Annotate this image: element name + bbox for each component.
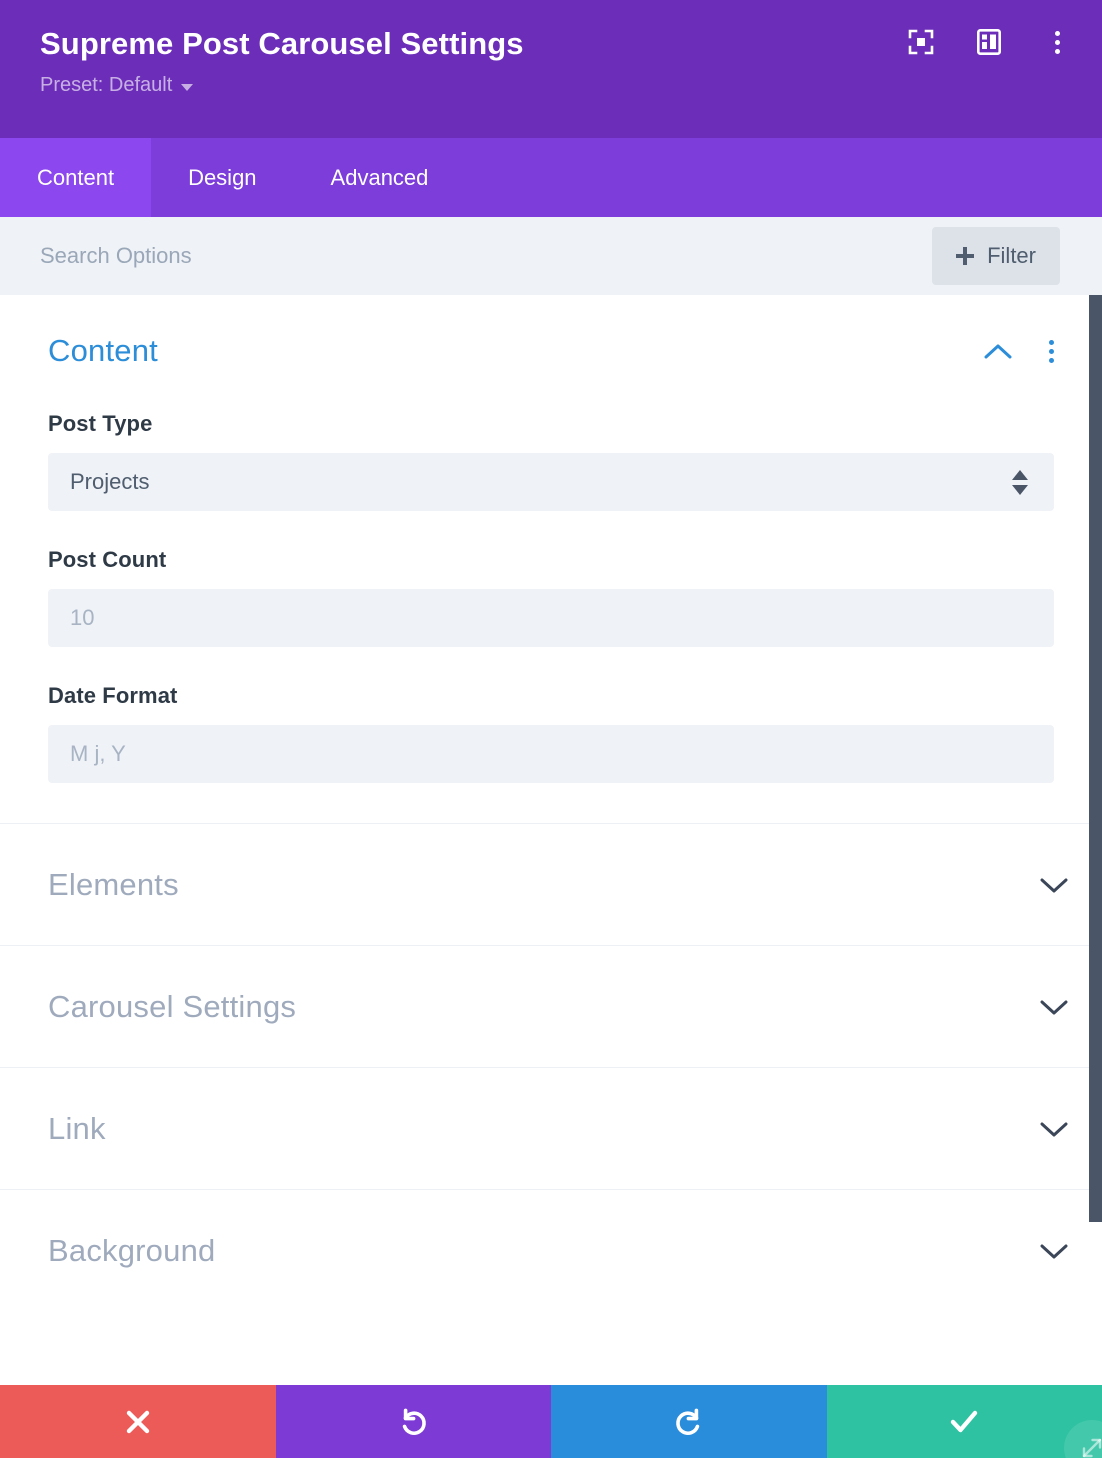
module-settings-panel: Supreme Post Carousel Settings Preset: D… bbox=[0, 0, 1102, 1458]
chevron-down-icon[interactable] bbox=[1040, 1121, 1068, 1137]
post-type-value: Projects bbox=[70, 469, 150, 494]
filter-button-label: Filter bbox=[987, 243, 1036, 268]
field-post-count: Post Count bbox=[48, 547, 1054, 647]
section-link[interactable]: Link bbox=[0, 1068, 1102, 1189]
field-post-type-label: Post Type bbox=[48, 411, 153, 436]
preset-label: Preset: Default bbox=[40, 74, 173, 96]
preset-selector[interactable]: Preset: Default bbox=[40, 72, 194, 98]
action-bar bbox=[0, 1385, 1102, 1458]
field-post-type: Post Type Projects bbox=[48, 411, 1054, 511]
header-icon-group bbox=[906, 27, 1072, 57]
field-date-format-label: Date Format bbox=[48, 683, 178, 708]
more-options-icon[interactable] bbox=[1042, 27, 1072, 57]
panel-resize-handle[interactable] bbox=[1064, 1420, 1102, 1458]
section-content-title: Content bbox=[48, 333, 158, 368]
settings-scroll-area[interactable]: Content Post Type Projects Post Count 10… bbox=[0, 295, 1102, 1385]
undo-arrow-icon bbox=[403, 1408, 427, 1435]
field-date-format: Date Format bbox=[48, 683, 1054, 783]
tab-bar: Content Design Advanced bbox=[0, 138, 1102, 217]
plus-icon bbox=[956, 247, 975, 265]
search-input[interactable] bbox=[40, 243, 933, 269]
section-content-fields: Post Type Projects Post Count 10 Date Fo… bbox=[0, 373, 1102, 823]
section-content-tools bbox=[984, 336, 1066, 366]
post-count-input[interactable] bbox=[70, 605, 1032, 631]
date-format-control bbox=[48, 725, 1054, 783]
close-x-icon bbox=[126, 1410, 149, 1433]
post-type-select[interactable]: Projects bbox=[48, 453, 1054, 511]
section-content: Content Post Type Projects Post Count 10… bbox=[0, 295, 1102, 823]
post-count-control bbox=[48, 589, 1054, 647]
redo-button[interactable] bbox=[551, 1385, 827, 1458]
vertical-scrollbar[interactable] bbox=[1089, 295, 1102, 1385]
layout-panel-icon[interactable] bbox=[974, 27, 1004, 57]
section-options-icon[interactable] bbox=[1036, 336, 1066, 366]
tab-content[interactable]: Content bbox=[0, 138, 152, 217]
section-elements-title: Elements bbox=[48, 866, 179, 902]
section-link-title: Link bbox=[48, 1110, 106, 1146]
chevron-down-icon[interactable] bbox=[1040, 1243, 1068, 1259]
chevron-down-icon[interactable] bbox=[1040, 877, 1068, 893]
section-background-title: Background bbox=[48, 1232, 216, 1268]
search-bar: Filter bbox=[0, 217, 1102, 295]
focus-icon[interactable] bbox=[906, 27, 936, 57]
cancel-button[interactable] bbox=[0, 1385, 276, 1458]
field-post-count-label: Post Count bbox=[48, 547, 167, 572]
scrollbar-thumb[interactable] bbox=[1089, 295, 1102, 1222]
tab-design[interactable]: Design bbox=[151, 138, 293, 217]
undo-button[interactable] bbox=[275, 1385, 551, 1458]
section-carousel-settings-title: Carousel Settings bbox=[48, 988, 297, 1024]
checkmark-icon bbox=[951, 1410, 978, 1432]
resize-diagonal-icon bbox=[1082, 1438, 1102, 1458]
chevron-down-icon bbox=[181, 83, 194, 91]
chevron-down-icon[interactable] bbox=[1040, 999, 1068, 1015]
filter-button[interactable]: Filter bbox=[932, 227, 1060, 285]
panel-header: Supreme Post Carousel Settings Preset: D… bbox=[0, 0, 1102, 138]
select-arrows-icon bbox=[1012, 469, 1028, 495]
chevron-up-icon[interactable] bbox=[984, 343, 1012, 359]
date-format-input[interactable] bbox=[70, 741, 1032, 767]
save-button[interactable] bbox=[826, 1385, 1102, 1458]
section-background[interactable]: Background bbox=[0, 1190, 1102, 1311]
redo-arrow-icon bbox=[675, 1408, 699, 1435]
section-content-header[interactable]: Content bbox=[0, 329, 1102, 373]
tab-advanced[interactable]: Advanced bbox=[294, 138, 466, 217]
section-carousel-settings[interactable]: Carousel Settings bbox=[0, 946, 1102, 1067]
section-elements[interactable]: Elements bbox=[0, 824, 1102, 945]
